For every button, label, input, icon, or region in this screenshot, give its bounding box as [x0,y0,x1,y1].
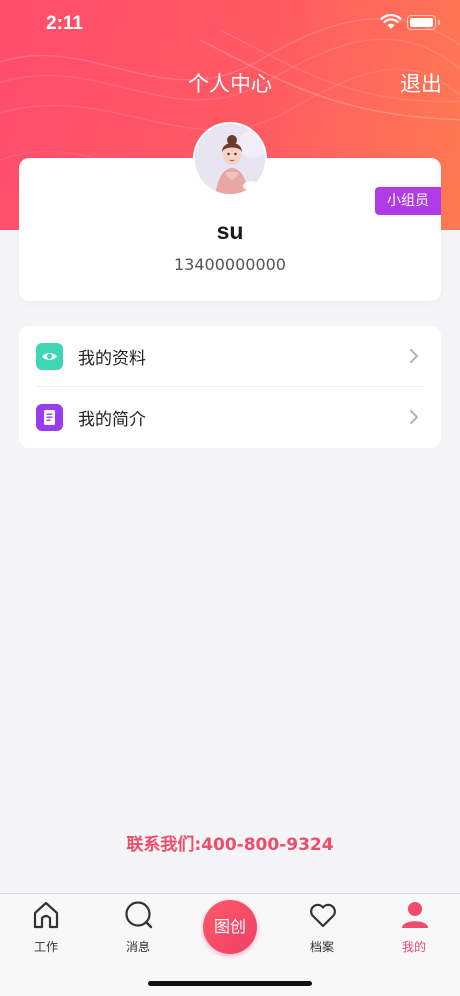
username: su [216,218,244,244]
menu-item-intro[interactable]: 我的简介 [19,387,441,448]
page-title: 个人中心 [188,72,272,96]
tab-label: 消息 [125,940,150,954]
status-bar: 2:11 [0,0,460,50]
wifi-icon [380,14,402,29]
tab-archive[interactable]: 档案 [276,894,368,958]
menu-item-label: 我的资料 [78,349,146,369]
phone-number: 13400000000 [174,255,286,274]
eye-icon [36,343,63,370]
chevron-right-icon [410,410,418,424]
menu-item-label: 我的简介 [78,410,146,430]
tab-messages[interactable]: 消息 [92,894,184,958]
chevron-right-icon [410,349,418,363]
status-time: 2:11 [46,13,83,34]
tab-label: 我的 [401,940,426,954]
logout-button[interactable]: 退出 [400,68,442,98]
tab-work[interactable]: 工作 [0,894,92,958]
home-icon [33,901,59,929]
tab-label: 工作 [33,940,58,954]
contact-phone[interactable]: 联系我们:400-800-9324 [0,830,460,855]
tab-mine[interactable]: 我的 [368,894,460,958]
menu-card: 我的资料 我的简介 [19,326,441,448]
role-badge: 小组员 [375,187,441,215]
heart-icon [310,903,336,928]
center-action-button[interactable]: 图创 [203,900,257,954]
document-icon [36,404,63,431]
avatar[interactable] [193,122,267,196]
tab-label: 档案 [309,940,334,954]
home-indicator [148,981,312,986]
person-icon [402,902,428,928]
battery-icon [407,15,440,30]
chat-bubble-icon [125,901,153,929]
menu-item-profile[interactable]: 我的资料 [19,326,441,387]
